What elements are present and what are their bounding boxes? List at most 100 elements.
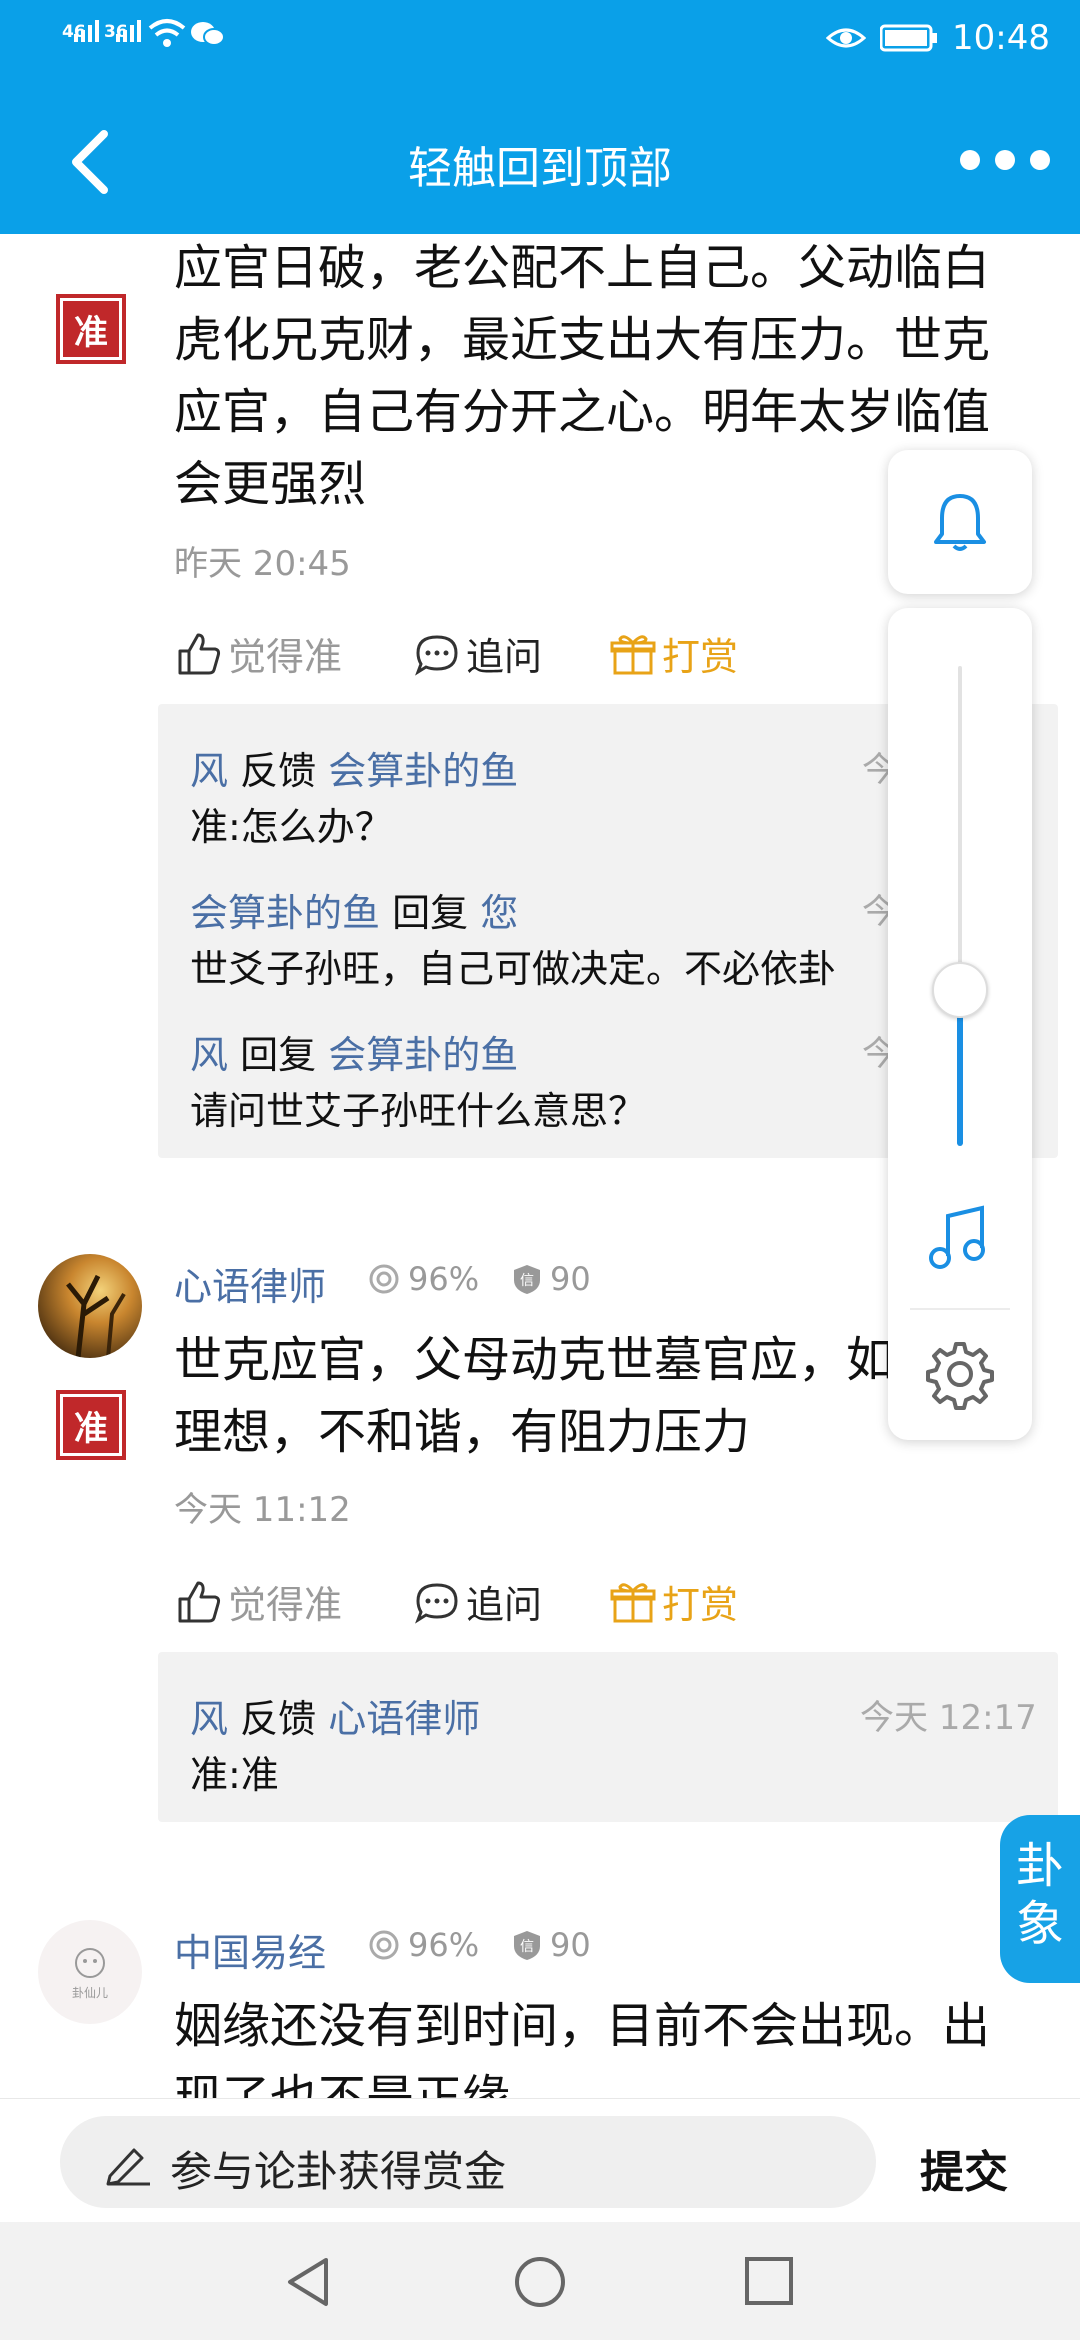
chat-icon	[415, 634, 458, 676]
accuracy-rate: 96%	[368, 1926, 479, 1964]
more-button[interactable]	[960, 140, 1050, 180]
reply-from[interactable]: 风	[190, 1697, 228, 1741]
credit-value: 90	[550, 1260, 591, 1298]
ask-label: 追问	[466, 635, 543, 679]
reward-label: 打赏	[662, 1583, 739, 1627]
reply-from[interactable]: 会算卦的鱼	[190, 891, 380, 935]
ask-button[interactable]: 追问	[414, 626, 542, 681]
signal-icon	[74, 20, 99, 42]
target-icon	[369, 1930, 399, 1960]
post3-line: 姻缘还没有到时间，目前不会出现。出	[174, 1998, 991, 2054]
agree-label: 觉得准	[228, 1583, 343, 1627]
target-icon	[369, 1264, 399, 1294]
reply-verb: 反馈	[240, 1697, 317, 1741]
reply-verb: 回复	[240, 1033, 317, 1077]
post1-line: 应官，自己有分开之心。明年太岁临值	[174, 384, 991, 440]
reply-to[interactable]: 您	[480, 891, 518, 935]
svg-text:信: 信	[520, 1273, 534, 1289]
pencil-icon	[106, 2148, 150, 2186]
avatar-caption: 卦仙儿	[72, 1986, 108, 2000]
reward-button[interactable]: 打赏	[610, 626, 738, 681]
avatar[interactable]: 卦仙儿	[38, 1920, 142, 2024]
reply-text[interactable]: 准:怎么办？	[190, 796, 393, 851]
comment-placeholder[interactable]: 参与论卦获得赏金	[170, 2138, 506, 2199]
bell-icon	[934, 494, 986, 551]
tree-image	[66, 1274, 126, 1358]
reply-to[interactable]: 会算卦的鱼	[328, 1033, 518, 1077]
shield-icon: 信	[514, 1931, 540, 1960]
username[interactable]: 中国易经	[174, 1922, 326, 1977]
cartoon-logo: 卦仙儿	[72, 1948, 108, 2000]
reply-text[interactable]: 世爻子孙旺，自己可做决定。不必依卦	[190, 938, 890, 993]
scroll-to-top-title[interactable]: 轻触回到顶部	[0, 132, 1080, 196]
reply-header: 风 反馈 心语律师	[190, 1688, 480, 1743]
clock: 10:48	[952, 18, 1050, 58]
status-right: 10:48	[826, 18, 1050, 58]
ask-button[interactable]: 追问	[414, 1574, 542, 1629]
credit-score: 信 90	[512, 1926, 591, 1964]
agree-label: 觉得准	[228, 635, 343, 679]
reply-to[interactable]: 会算卦的鱼	[328, 749, 518, 793]
submit-button[interactable]: 提交	[920, 2136, 1008, 2200]
post2-line: 理想，不和谐，有阻力压力	[174, 1404, 751, 1460]
gift-icon	[610, 634, 656, 674]
post3-content: 姻缘还没有到时间，目前不会出现。出 现了也不是正缘	[174, 1990, 1054, 2098]
post1-content: 应官日破，老公配不上自己。父动临白 虎化兄克财，最近支出大有压力。世克 应官，自…	[174, 232, 990, 520]
reward-button[interactable]: 打赏	[610, 1574, 738, 1629]
reply-from[interactable]: 风	[190, 1033, 228, 1077]
wechat-icon	[191, 22, 225, 46]
wifi-icon	[148, 19, 186, 47]
reply-header: 风 反馈 会算卦的鱼	[190, 740, 518, 795]
post3-line: 现了也不是正缘	[174, 2070, 511, 2098]
notification-button[interactable]	[888, 450, 1032, 594]
reply-text[interactable]: 准:准	[190, 1744, 279, 1799]
volume-slider-handle[interactable]	[932, 961, 988, 1018]
credit-value: 90	[550, 1926, 591, 1964]
accuracy-rate: 96%	[368, 1260, 479, 1298]
avatar[interactable]	[38, 1254, 142, 1358]
chat-icon	[415, 1582, 458, 1624]
music-icon	[929, 1205, 985, 1269]
reply-from[interactable]: 风	[190, 749, 228, 793]
music-button[interactable]	[924, 1202, 996, 1274]
gear-icon	[926, 1342, 994, 1410]
credit-score: 信 90	[512, 1260, 591, 1298]
ask-label: 追问	[466, 1583, 543, 1627]
agree-button[interactable]: 觉得准	[176, 626, 342, 681]
settings-button[interactable]	[924, 1338, 996, 1410]
post1-line: 应官日破，老公配不上自己。父动临白	[174, 240, 991, 296]
divider	[910, 1308, 1010, 1310]
hexagram-tab[interactable]: 卦 象	[1000, 1815, 1080, 1983]
shield-icon: 信	[514, 1265, 540, 1294]
hexagram-tab-line1: 卦	[1015, 1838, 1064, 1894]
nav-back-icon[interactable]	[282, 2254, 338, 2310]
reply-to[interactable]: 心语律师	[328, 1697, 480, 1741]
username[interactable]: 心语律师	[174, 1256, 326, 1311]
reward-label: 打赏	[662, 635, 739, 679]
top-bar: 46 36 10:48 轻触回到顶部	[0, 0, 1080, 234]
volume-panel	[888, 608, 1032, 1440]
nav-home-icon[interactable]	[512, 2254, 568, 2310]
post1-line: 虎化兄克财，最近支出大有压力。世克	[174, 312, 991, 368]
nav-recents-icon[interactable]	[742, 2254, 798, 2310]
post1-time: 昨天 20:45	[174, 544, 351, 584]
thumbs-up-icon	[178, 633, 221, 674]
post2-content: 世克应官，父母动克世墓官应，如 理想，不和谐，有阻力压力	[174, 1324, 904, 1468]
reply-header: 风 回复 会算卦的鱼	[190, 1024, 518, 1079]
accuracy-badge: 准	[56, 1390, 126, 1460]
post2-line: 世克应官，父母动克世墓官应，如	[174, 1332, 895, 1388]
system-nav-bar	[0, 2222, 1080, 2340]
reply-header: 会算卦的鱼 回复 您	[190, 882, 518, 937]
post2-time: 今天 11:12	[174, 1490, 351, 1530]
gift-icon	[610, 1582, 656, 1622]
agree-button[interactable]: 觉得准	[176, 1574, 342, 1629]
rate-value: 96%	[408, 1260, 480, 1298]
reply-text[interactable]: 请问世艾子孙旺什么意思？	[190, 1080, 646, 1135]
svg-text:信: 信	[520, 1939, 534, 1955]
reply-verb: 反馈	[240, 749, 317, 793]
eye-icon	[826, 28, 867, 48]
hexagram-tab-line2: 象	[1015, 1896, 1064, 1952]
reply-time: 今天 12:17	[860, 1698, 1037, 1738]
rate-value: 96%	[408, 1926, 480, 1964]
post1-line: 会更强烈	[174, 456, 367, 512]
